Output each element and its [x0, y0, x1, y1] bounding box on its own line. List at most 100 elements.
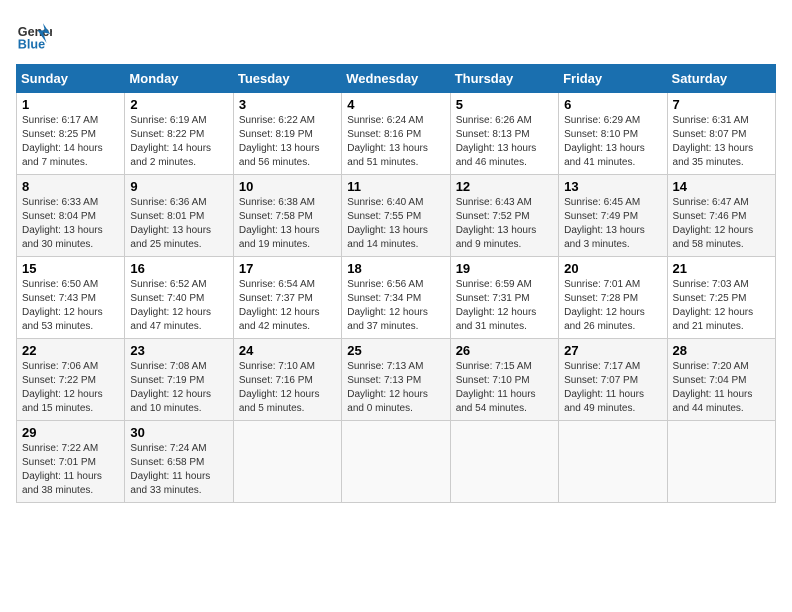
- day-details: Sunrise: 7:10 AMSunset: 7:16 PMDaylight:…: [239, 360, 336, 416]
- day-cell: 17 Sunrise: 6:54 AMSunset: 7:37 PMDayligh…: [233, 257, 341, 339]
- day-cell: 30 Sunrise: 7:24 AMSunset: 6:58 PMDayligh…: [125, 421, 233, 503]
- day-cell: 2 Sunrise: 6:19 AMSunset: 8:22 PMDaylight…: [125, 93, 233, 175]
- day-number: 30: [130, 425, 227, 440]
- day-details: Sunrise: 7:01 AMSunset: 7:28 PMDaylight:…: [564, 278, 661, 334]
- col-header-monday: Monday: [125, 65, 233, 93]
- day-number: 7: [673, 97, 770, 112]
- day-cell: 29 Sunrise: 7:22 AMSunset: 7:01 PMDayligh…: [17, 421, 125, 503]
- day-details: Sunrise: 7:17 AMSunset: 7:07 PMDaylight:…: [564, 360, 661, 416]
- day-cell: 10 Sunrise: 6:38 AMSunset: 7:58 PMDayligh…: [233, 175, 341, 257]
- day-details: Sunrise: 7:22 AMSunset: 7:01 PMDaylight:…: [22, 442, 119, 498]
- day-details: Sunrise: 6:40 AMSunset: 7:55 PMDaylight:…: [347, 196, 444, 252]
- week-row-1: 1Sunrise: 6:17 AMSunset: 8:25 PMDaylight…: [17, 93, 776, 175]
- calendar-header-row: SundayMondayTuesdayWednesdayThursdayFrid…: [17, 65, 776, 93]
- day-cell: 16 Sunrise: 6:52 AMSunset: 7:40 PMDayligh…: [125, 257, 233, 339]
- day-number: 27: [564, 343, 661, 358]
- day-details: Sunrise: 7:24 AMSunset: 6:58 PMDaylight:…: [130, 442, 227, 498]
- day-number: 4: [347, 97, 444, 112]
- day-number: 3: [239, 97, 336, 112]
- day-details: Sunrise: 7:13 AMSunset: 7:13 PMDaylight:…: [347, 360, 444, 416]
- day-cell: 7Sunrise: 6:31 AMSunset: 8:07 PMDaylight…: [667, 93, 775, 175]
- day-details: Sunrise: 7:03 AMSunset: 7:25 PMDaylight:…: [673, 278, 770, 334]
- day-cell: 8 Sunrise: 6:33 AMSunset: 8:04 PMDaylight…: [17, 175, 125, 257]
- week-row-5: 29 Sunrise: 7:22 AMSunset: 7:01 PMDayligh…: [17, 421, 776, 503]
- day-details: Sunrise: 6:52 AMSunset: 7:40 PMDaylight:…: [130, 278, 227, 334]
- day-cell: [667, 421, 775, 503]
- day-number: 8: [22, 179, 119, 194]
- day-details: Sunrise: 7:08 AMSunset: 7:19 PMDaylight:…: [130, 360, 227, 416]
- day-details: Sunrise: 6:29 AMSunset: 8:10 PMDaylight:…: [564, 114, 661, 170]
- day-details: Sunrise: 6:26 AMSunset: 8:13 PMDaylight:…: [456, 114, 553, 170]
- day-number: 21: [673, 261, 770, 276]
- day-cell: 21 Sunrise: 7:03 AMSunset: 7:25 PMDayligh…: [667, 257, 775, 339]
- logo: General Blue: [16, 16, 52, 52]
- week-row-4: 22 Sunrise: 7:06 AMSunset: 7:22 PMDayligh…: [17, 339, 776, 421]
- day-number: 6: [564, 97, 661, 112]
- day-number: 9: [130, 179, 227, 194]
- day-number: 5: [456, 97, 553, 112]
- day-number: 15: [22, 261, 119, 276]
- day-cell: 6 Sunrise: 6:29 AMSunset: 8:10 PMDaylight…: [559, 93, 667, 175]
- svg-text:Blue: Blue: [18, 37, 45, 51]
- day-cell: [342, 421, 450, 503]
- col-header-tuesday: Tuesday: [233, 65, 341, 93]
- col-header-friday: Friday: [559, 65, 667, 93]
- day-cell: 26 Sunrise: 7:15 AMSunset: 7:10 PMDayligh…: [450, 339, 558, 421]
- day-details: Sunrise: 6:50 AMSunset: 7:43 PMDaylight:…: [22, 278, 119, 334]
- day-details: Sunrise: 6:59 AMSunset: 7:31 PMDaylight:…: [456, 278, 553, 334]
- day-number: 25: [347, 343, 444, 358]
- day-details: Sunrise: 6:45 AMSunset: 7:49 PMDaylight:…: [564, 196, 661, 252]
- col-header-thursday: Thursday: [450, 65, 558, 93]
- day-details: Sunrise: 6:47 AMSunset: 7:46 PMDaylight:…: [673, 196, 770, 252]
- day-cell: 11 Sunrise: 6:40 AMSunset: 7:55 PMDayligh…: [342, 175, 450, 257]
- day-cell: 12 Sunrise: 6:43 AMSunset: 7:52 PMDayligh…: [450, 175, 558, 257]
- day-number: 17: [239, 261, 336, 276]
- day-number: 20: [564, 261, 661, 276]
- day-cell: [233, 421, 341, 503]
- day-cell: 3Sunrise: 6:22 AMSunset: 8:19 PMDaylight…: [233, 93, 341, 175]
- day-cell: 9Sunrise: 6:36 AMSunset: 8:01 PMDaylight…: [125, 175, 233, 257]
- day-cell: 27 Sunrise: 7:17 AMSunset: 7:07 PMDayligh…: [559, 339, 667, 421]
- day-cell: 15 Sunrise: 6:50 AMSunset: 7:43 PMDayligh…: [17, 257, 125, 339]
- day-cell: 20 Sunrise: 7:01 AMSunset: 7:28 PMDayligh…: [559, 257, 667, 339]
- day-details: Sunrise: 6:33 AMSunset: 8:04 PMDaylight:…: [22, 196, 119, 252]
- day-number: 12: [456, 179, 553, 194]
- day-cell: 14Sunrise: 6:47 AMSunset: 7:46 PMDayligh…: [667, 175, 775, 257]
- day-number: 11: [347, 179, 444, 194]
- calendar-table: SundayMondayTuesdayWednesdayThursdayFrid…: [16, 64, 776, 503]
- day-cell: 28Sunrise: 7:20 AMSunset: 7:04 PMDayligh…: [667, 339, 775, 421]
- day-cell: 22 Sunrise: 7:06 AMSunset: 7:22 PMDayligh…: [17, 339, 125, 421]
- day-cell: [450, 421, 558, 503]
- day-cell: [559, 421, 667, 503]
- day-cell: 25 Sunrise: 7:13 AMSunset: 7:13 PMDayligh…: [342, 339, 450, 421]
- day-number: 24: [239, 343, 336, 358]
- day-details: Sunrise: 6:38 AMSunset: 7:58 PMDaylight:…: [239, 196, 336, 252]
- day-cell: 4Sunrise: 6:24 AMSunset: 8:16 PMDaylight…: [342, 93, 450, 175]
- day-number: 22: [22, 343, 119, 358]
- day-details: Sunrise: 6:19 AMSunset: 8:22 PMDaylight:…: [130, 114, 227, 170]
- day-details: Sunrise: 6:54 AMSunset: 7:37 PMDaylight:…: [239, 278, 336, 334]
- day-cell: 24 Sunrise: 7:10 AMSunset: 7:16 PMDayligh…: [233, 339, 341, 421]
- day-cell: 13 Sunrise: 6:45 AMSunset: 7:49 PMDayligh…: [559, 175, 667, 257]
- page-header: General Blue: [16, 16, 776, 52]
- day-number: 2: [130, 97, 227, 112]
- day-number: 1: [22, 97, 119, 112]
- day-number: 10: [239, 179, 336, 194]
- day-details: Sunrise: 7:20 AMSunset: 7:04 PMDaylight:…: [673, 360, 770, 416]
- day-details: Sunrise: 6:43 AMSunset: 7:52 PMDaylight:…: [456, 196, 553, 252]
- col-header-wednesday: Wednesday: [342, 65, 450, 93]
- day-details: Sunrise: 6:56 AMSunset: 7:34 PMDaylight:…: [347, 278, 444, 334]
- day-details: Sunrise: 7:15 AMSunset: 7:10 PMDaylight:…: [456, 360, 553, 416]
- day-cell: 5 Sunrise: 6:26 AMSunset: 8:13 PMDaylight…: [450, 93, 558, 175]
- day-number: 16: [130, 261, 227, 276]
- day-number: 26: [456, 343, 553, 358]
- day-number: 23: [130, 343, 227, 358]
- week-row-3: 15 Sunrise: 6:50 AMSunset: 7:43 PMDayligh…: [17, 257, 776, 339]
- day-details: Sunrise: 7:06 AMSunset: 7:22 PMDaylight:…: [22, 360, 119, 416]
- day-number: 29: [22, 425, 119, 440]
- day-number: 13: [564, 179, 661, 194]
- day-cell: 18Sunrise: 6:56 AMSunset: 7:34 PMDayligh…: [342, 257, 450, 339]
- day-cell: 19Sunrise: 6:59 AMSunset: 7:31 PMDayligh…: [450, 257, 558, 339]
- col-header-saturday: Saturday: [667, 65, 775, 93]
- day-cell: 1Sunrise: 6:17 AMSunset: 8:25 PMDaylight…: [17, 93, 125, 175]
